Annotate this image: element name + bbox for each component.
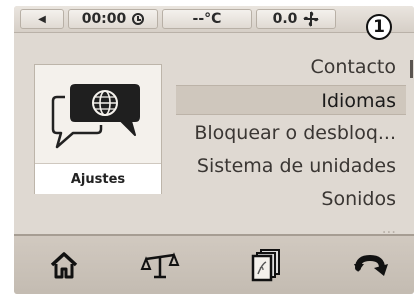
temperature-display: --°C [162, 9, 252, 29]
cards-icon [251, 249, 280, 282]
menu-item-sonidos[interactable]: Sonidos [176, 184, 406, 214]
menu-item-bloquear[interactable]: Bloquear o desbloq... [176, 118, 406, 148]
fan-speed-value: 0.0 [272, 11, 298, 27]
bottom-nav [14, 234, 414, 294]
time-value: 00:00 [81, 11, 127, 27]
language-speech-bubble-icon [35, 65, 161, 163]
status-bar: ◀ 00:00 --°C 0.0 [14, 6, 414, 33]
temperature-value: --°C [192, 11, 222, 27]
scale-button[interactable] [130, 242, 190, 288]
rotate-button[interactable] [340, 242, 400, 288]
rotate-icon [354, 254, 388, 276]
home-button[interactable] [34, 242, 94, 288]
menu-item-contacto[interactable]: Contacto [176, 52, 406, 82]
fan-display: 0.0 [256, 9, 336, 29]
fan-icon [303, 11, 320, 27]
scale-icon [140, 252, 180, 279]
back-button[interactable]: ◀ [20, 9, 64, 29]
screen: ◀ 00:00 --°C 0.0 Ajustes Contacto Idioma… [14, 6, 414, 294]
home-icon [50, 252, 78, 279]
tile-label: Ajustes [35, 163, 161, 194]
menu-item-idiomas[interactable]: Idiomas [176, 85, 406, 115]
menu-item-sistema-unidades[interactable]: Sistema de unidades [176, 151, 406, 181]
clock-display: 00:00 [68, 9, 158, 29]
clock-icon [132, 13, 145, 25]
callout-badge: 1 [366, 14, 392, 40]
cards-button[interactable] [236, 242, 296, 288]
scrollbar[interactable] [410, 60, 413, 78]
settings-tile[interactable]: Ajustes [34, 64, 162, 194]
back-arrow-icon: ◀ [38, 13, 46, 25]
